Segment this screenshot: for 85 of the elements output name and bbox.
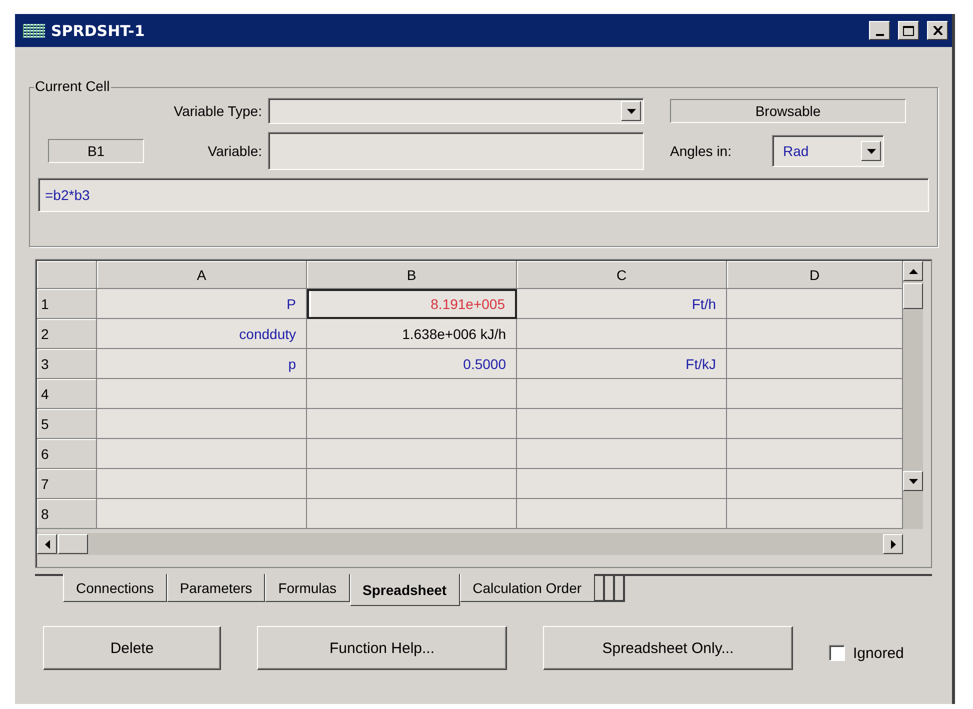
table-cell[interactable]: [727, 439, 903, 469]
table-cell[interactable]: [97, 439, 307, 469]
table-cell[interactable]: [727, 469, 903, 499]
close-icon: [932, 26, 942, 35]
scroll-thumb[interactable]: [903, 283, 923, 309]
minimize-icon: [876, 34, 884, 36]
table-cell[interactable]: [517, 439, 727, 469]
table-cell[interactable]: [97, 499, 307, 529]
row-header[interactable]: 6: [37, 439, 97, 469]
column-header[interactable]: A: [97, 261, 307, 289]
row-header[interactable]: 4: [37, 379, 97, 409]
tab[interactable]: Spreadsheet: [350, 574, 460, 606]
table-cell[interactable]: [97, 469, 307, 499]
table-cell[interactable]: [517, 379, 727, 409]
table-cell[interactable]: [97, 409, 307, 439]
tab-edge[interactable]: [614, 574, 625, 602]
table-cell[interactable]: Ft/h: [517, 289, 727, 319]
angles-dropdown[interactable]: Rad: [772, 135, 884, 167]
action-button[interactable]: Spreadsheet Only...: [543, 626, 793, 670]
table-cell[interactable]: [307, 439, 517, 469]
formula-field[interactable]: =b2*b3: [38, 178, 929, 212]
tab[interactable]: Calculation Order: [460, 574, 595, 602]
ignored-checkbox[interactable]: [829, 645, 845, 661]
vertical-scrollbar[interactable]: [903, 261, 923, 529]
caret-icon: [626, 108, 636, 114]
down-arrow-icon: [908, 478, 918, 484]
table-cell[interactable]: [727, 499, 903, 529]
action-button[interactable]: Delete: [43, 626, 221, 670]
table-cell[interactable]: [727, 409, 903, 439]
tab-edge[interactable]: [594, 574, 605, 602]
table-cell[interactable]: condduty: [97, 319, 307, 349]
table-cell[interactable]: Ft/kJ: [517, 349, 727, 379]
browsable-status: Browsable: [670, 99, 906, 123]
scroll-thumb[interactable]: [58, 534, 88, 554]
table-cell[interactable]: [727, 289, 903, 319]
tab[interactable]: Formulas: [265, 574, 350, 602]
table-cell[interactable]: [517, 409, 727, 439]
row-header[interactable]: 5: [37, 409, 97, 439]
row-header[interactable]: 8: [37, 499, 97, 529]
table-cell[interactable]: 1.638e+006 kJ/h: [307, 319, 517, 349]
group-legend: Current Cell: [34, 78, 111, 94]
table-cell[interactable]: [727, 349, 903, 379]
grid-icon: [23, 24, 45, 38]
table-cell[interactable]: [307, 469, 517, 499]
checkbox-label: Ignored: [853, 644, 904, 662]
column-header[interactable]: C: [517, 261, 727, 289]
field-label: Angles in:: [670, 143, 732, 159]
table-cell[interactable]: 8.191e+005: [307, 289, 517, 319]
variable-type-dropdown[interactable]: [268, 98, 644, 124]
table-cell[interactable]: [727, 379, 903, 409]
table-cell[interactable]: P: [97, 289, 307, 319]
variable-field[interactable]: [268, 132, 644, 170]
table-cell[interactable]: [307, 379, 517, 409]
right-arrow-icon: [890, 540, 896, 548]
row-header[interactable]: 1: [37, 289, 97, 319]
table-cell[interactable]: 0.5000: [307, 349, 517, 379]
table-cell[interactable]: [517, 319, 727, 349]
row-header[interactable]: 3: [37, 349, 97, 379]
row-header[interactable]: 7: [37, 469, 97, 499]
table-cell[interactable]: [517, 469, 727, 499]
action-button[interactable]: Function Help...: [257, 626, 507, 670]
caret-icon: [866, 148, 876, 154]
window-title: SPRDSHT-1: [51, 22, 146, 40]
maximize-icon: [903, 26, 914, 36]
up-arrow-icon: [908, 268, 918, 274]
tab[interactable]: Connections: [63, 574, 167, 602]
column-header[interactable]: D: [727, 261, 903, 289]
row-header[interactable]: 2: [37, 319, 97, 349]
horizontal-scrollbar[interactable]: [37, 533, 903, 555]
cell-reference: B1: [48, 139, 144, 163]
left-arrow-icon: [44, 540, 50, 548]
field-label: Variable Type:: [172, 103, 262, 119]
table-cell[interactable]: [97, 379, 307, 409]
tab[interactable]: Parameters: [166, 574, 266, 602]
column-header[interactable]: B: [307, 261, 517, 289]
maximize-button[interactable]: [898, 21, 919, 40]
tab-edge[interactable]: [604, 574, 615, 602]
minimize-button[interactable]: [869, 21, 890, 40]
table-cell[interactable]: [727, 319, 903, 349]
close-button[interactable]: [927, 21, 948, 40]
table-cell[interactable]: [307, 499, 517, 529]
table-cell[interactable]: [307, 409, 517, 439]
table-cell[interactable]: p: [97, 349, 307, 379]
field-label: Variable:: [206, 143, 262, 159]
table-cell[interactable]: [517, 499, 727, 529]
